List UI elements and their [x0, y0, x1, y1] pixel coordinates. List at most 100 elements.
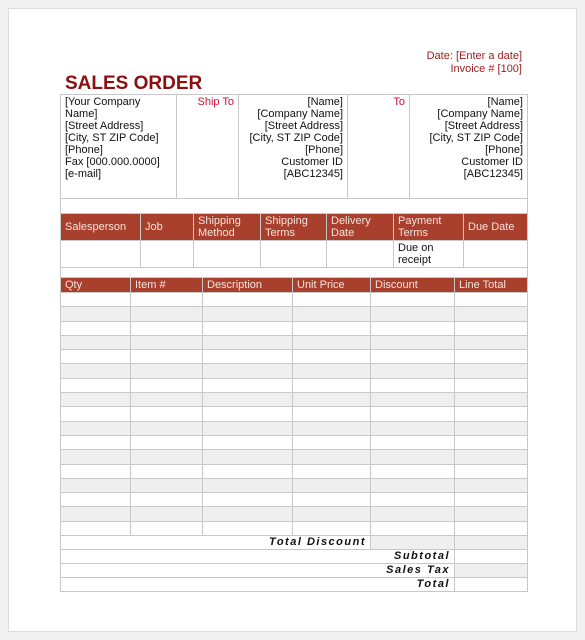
field-job[interactable] [140, 240, 194, 268]
item-cell[interactable] [202, 334, 293, 351]
subtotal-value[interactable] [454, 549, 528, 565]
item-cell[interactable] [292, 449, 371, 465]
item-cell[interactable] [292, 420, 371, 436]
total-value[interactable] [454, 577, 528, 593]
item-cell[interactable] [60, 406, 131, 422]
company-info[interactable]: [Your Company Name] [Street Address] [City… [60, 94, 177, 199]
invoice-number[interactable]: Invoice # [100] [450, 63, 522, 76]
item-cell[interactable] [60, 291, 131, 308]
item-cell[interactable] [130, 506, 203, 522]
item-cell[interactable] [60, 363, 131, 379]
item-cell[interactable] [292, 392, 371, 408]
item-cell[interactable] [370, 306, 455, 322]
item-cell[interactable] [454, 406, 528, 422]
item-cell[interactable] [370, 520, 455, 537]
item-cell[interactable] [202, 363, 293, 379]
item-cell[interactable] [202, 506, 293, 522]
item-cell[interactable] [60, 420, 131, 436]
item-cell[interactable] [130, 377, 203, 394]
item-cell[interactable] [130, 406, 203, 422]
item-cell[interactable] [370, 363, 455, 379]
item-cell[interactable] [130, 392, 203, 408]
item-cell[interactable] [202, 406, 293, 422]
item-cell[interactable] [454, 306, 528, 322]
item-cell[interactable] [60, 463, 131, 479]
item-cell[interactable] [202, 492, 293, 508]
item-cell[interactable] [60, 506, 131, 522]
date-field[interactable]: Date: [Enter a date] [427, 50, 522, 63]
item-cell[interactable] [292, 520, 371, 537]
item-cell[interactable] [454, 420, 528, 436]
item-cell[interactable] [202, 449, 293, 465]
total-discount-value[interactable] [370, 535, 455, 551]
item-cell[interactable] [130, 420, 203, 436]
item-cell[interactable] [130, 434, 203, 451]
item-cell[interactable] [60, 492, 131, 508]
item-cell[interactable] [202, 377, 293, 394]
item-cell[interactable] [454, 506, 528, 522]
item-cell[interactable] [130, 334, 203, 351]
item-cell[interactable] [370, 291, 455, 308]
item-cell[interactable] [292, 320, 371, 336]
item-cell[interactable] [130, 477, 203, 494]
item-cell[interactable] [202, 420, 293, 436]
item-cell[interactable] [130, 291, 203, 308]
item-cell[interactable] [370, 349, 455, 365]
field-due-date[interactable] [463, 240, 528, 268]
item-cell[interactable] [60, 334, 131, 351]
item-cell[interactable] [454, 477, 528, 494]
total-discount-line[interactable] [454, 535, 528, 551]
item-cell[interactable] [130, 306, 203, 322]
item-cell[interactable] [202, 434, 293, 451]
item-cell[interactable] [292, 492, 371, 508]
item-cell[interactable] [202, 306, 293, 322]
item-cell[interactable] [454, 291, 528, 308]
item-cell[interactable] [370, 506, 455, 522]
item-cell[interactable] [292, 291, 371, 308]
item-cell[interactable] [370, 392, 455, 408]
field-salesperson[interactable] [60, 240, 141, 268]
item-cell[interactable] [130, 363, 203, 379]
item-cell[interactable] [454, 320, 528, 336]
item-cell[interactable] [454, 334, 528, 351]
item-cell[interactable] [370, 406, 455, 422]
item-cell[interactable] [202, 477, 293, 494]
item-cell[interactable] [202, 349, 293, 365]
field-delivery-date[interactable] [326, 240, 394, 268]
item-cell[interactable] [60, 392, 131, 408]
item-cell[interactable] [292, 349, 371, 365]
sales-tax-value[interactable] [454, 563, 528, 579]
ship-to-address[interactable]: [Name] [Company Name] [Street Address] [Cit… [238, 94, 348, 199]
item-cell[interactable] [370, 377, 455, 394]
item-cell[interactable] [370, 492, 455, 508]
item-cell[interactable] [454, 449, 528, 465]
item-cell[interactable] [60, 320, 131, 336]
item-cell[interactable] [370, 420, 455, 436]
item-cell[interactable] [60, 377, 131, 394]
item-cell[interactable] [454, 492, 528, 508]
field-shipping-terms[interactable] [260, 240, 327, 268]
item-cell[interactable] [60, 477, 131, 494]
item-cell[interactable] [370, 434, 455, 451]
item-cell[interactable] [202, 520, 293, 537]
item-cell[interactable] [370, 334, 455, 351]
item-cell[interactable] [202, 463, 293, 479]
item-cell[interactable] [292, 306, 371, 322]
item-cell[interactable] [60, 434, 131, 451]
item-cell[interactable] [60, 306, 131, 322]
to-address[interactable]: [Name] [Company Name] [Street Address] [Cit… [409, 94, 528, 199]
item-cell[interactable] [292, 377, 371, 394]
field-shipping-method[interactable] [193, 240, 261, 268]
item-cell[interactable] [454, 520, 528, 537]
item-cell[interactable] [130, 449, 203, 465]
item-cell[interactable] [292, 434, 371, 451]
item-cell[interactable] [454, 463, 528, 479]
item-cell[interactable] [454, 377, 528, 394]
item-cell[interactable] [292, 334, 371, 351]
item-cell[interactable] [202, 320, 293, 336]
item-cell[interactable] [370, 477, 455, 494]
item-cell[interactable] [130, 463, 203, 479]
item-cell[interactable] [202, 392, 293, 408]
item-cell[interactable] [130, 320, 203, 336]
field-payment-terms[interactable]: Due on receipt [393, 240, 464, 268]
